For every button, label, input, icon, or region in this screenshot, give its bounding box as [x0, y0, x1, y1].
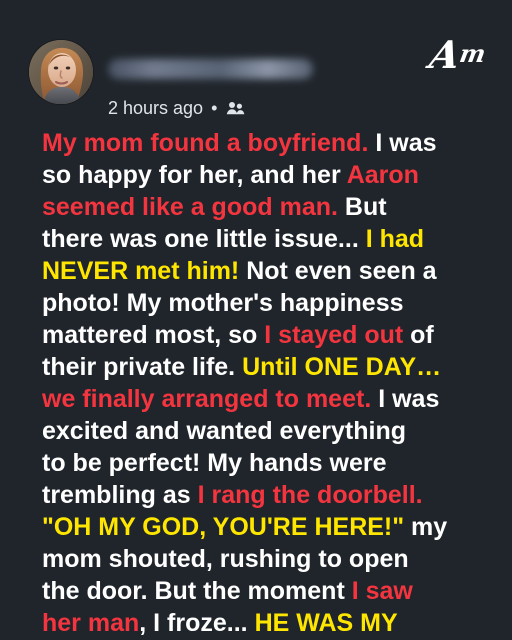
story-segment: photo! My mother's happiness — [42, 289, 404, 317]
meta-separator: • — [211, 98, 218, 118]
story-line: the door. But the moment I saw — [42, 575, 507, 607]
story-segment: so happy for her, and her — [42, 161, 347, 189]
story-segment: , I froze... — [139, 609, 255, 637]
story-segment: I was — [371, 385, 440, 413]
story-segment: of — [403, 321, 434, 349]
story-line: her man, I froze... HE WAS MY — [42, 607, 507, 639]
story-segment: the door. But the moment — [42, 577, 352, 605]
story-text: My mom found a boyfriend. I was so happy … — [42, 127, 507, 639]
story-line: photo! My mother's happiness — [42, 287, 507, 319]
story-segment: But — [337, 193, 387, 221]
story-segment: Until ONE DAY… — [242, 353, 442, 381]
brightside-logo-letter-a: A — [426, 32, 462, 77]
story-segment: "OH MY GOD, YOU'RE HERE!" — [42, 513, 405, 541]
story-segment: mom shouted, rushing to open — [42, 545, 409, 573]
story-segment: I was — [368, 129, 437, 157]
brightside-logo-letter-m: m — [457, 39, 489, 68]
person-avatar-icon — [29, 40, 93, 104]
story-segment: her man — [42, 609, 140, 637]
story-segment: I rang the doorbell. — [197, 481, 423, 509]
story-line: we finally arranged to meet. I was — [42, 383, 507, 415]
story-segment: seemed like a good man. — [42, 193, 338, 221]
story-line: seemed like a good man. But — [42, 191, 507, 223]
blurred-username — [108, 59, 313, 79]
post-meta: 2 hours ago • — [108, 96, 246, 120]
story-line: to be perfect! My hands were — [42, 447, 507, 479]
story-line: mattered most, so I stayed out of — [42, 319, 507, 351]
story-line: mom shouted, rushing to open — [42, 543, 507, 575]
story-segment: NEVER met him! — [42, 257, 240, 285]
story-segment: I stayed out — [264, 321, 404, 349]
brightside-logo-icon: Am — [426, 28, 499, 77]
story-segment: I saw — [351, 577, 413, 605]
story-line: NEVER met him! Not even seen a — [42, 255, 507, 287]
story-segment: Aaron — [346, 161, 419, 189]
story-segment: My mom found a boyfriend. — [42, 129, 369, 157]
story-line: My mom found a boyfriend. I was — [42, 127, 507, 159]
author-avatar[interactable] — [29, 40, 93, 104]
story-segment: I had — [365, 225, 425, 253]
story-segment: my — [404, 513, 448, 541]
story-line: there was one little issue... I had — [42, 223, 507, 255]
story-segment: mattered most, so — [42, 321, 265, 349]
story-segment: HE WAS MY — [254, 609, 398, 637]
story-segment: to be perfect! My hands were — [42, 449, 387, 477]
story-line: excited and wanted everything — [42, 415, 507, 447]
post-timestamp: 2 hours ago — [108, 98, 204, 118]
friends-icon — [227, 102, 245, 115]
story-segment: excited and wanted everything — [42, 417, 406, 445]
story-segment: Not even seen a — [239, 257, 437, 285]
story-line: their private life. Until ONE DAY… — [42, 351, 507, 383]
story-post: Am 2 hours ago • My mom found a boyfrien… — [0, 0, 512, 640]
story-segment: there was one little issue... — [42, 225, 366, 253]
story-line: trembling as I rang the doorbell. — [42, 479, 507, 511]
story-segment: their private life. — [42, 353, 243, 381]
story-segment: we finally arranged to meet. — [42, 385, 372, 413]
story-segment: trembling as — [42, 481, 198, 509]
story-line: so happy for her, and her Aaron — [42, 159, 507, 191]
story-line: "OH MY GOD, YOU'RE HERE!" my — [42, 511, 507, 543]
